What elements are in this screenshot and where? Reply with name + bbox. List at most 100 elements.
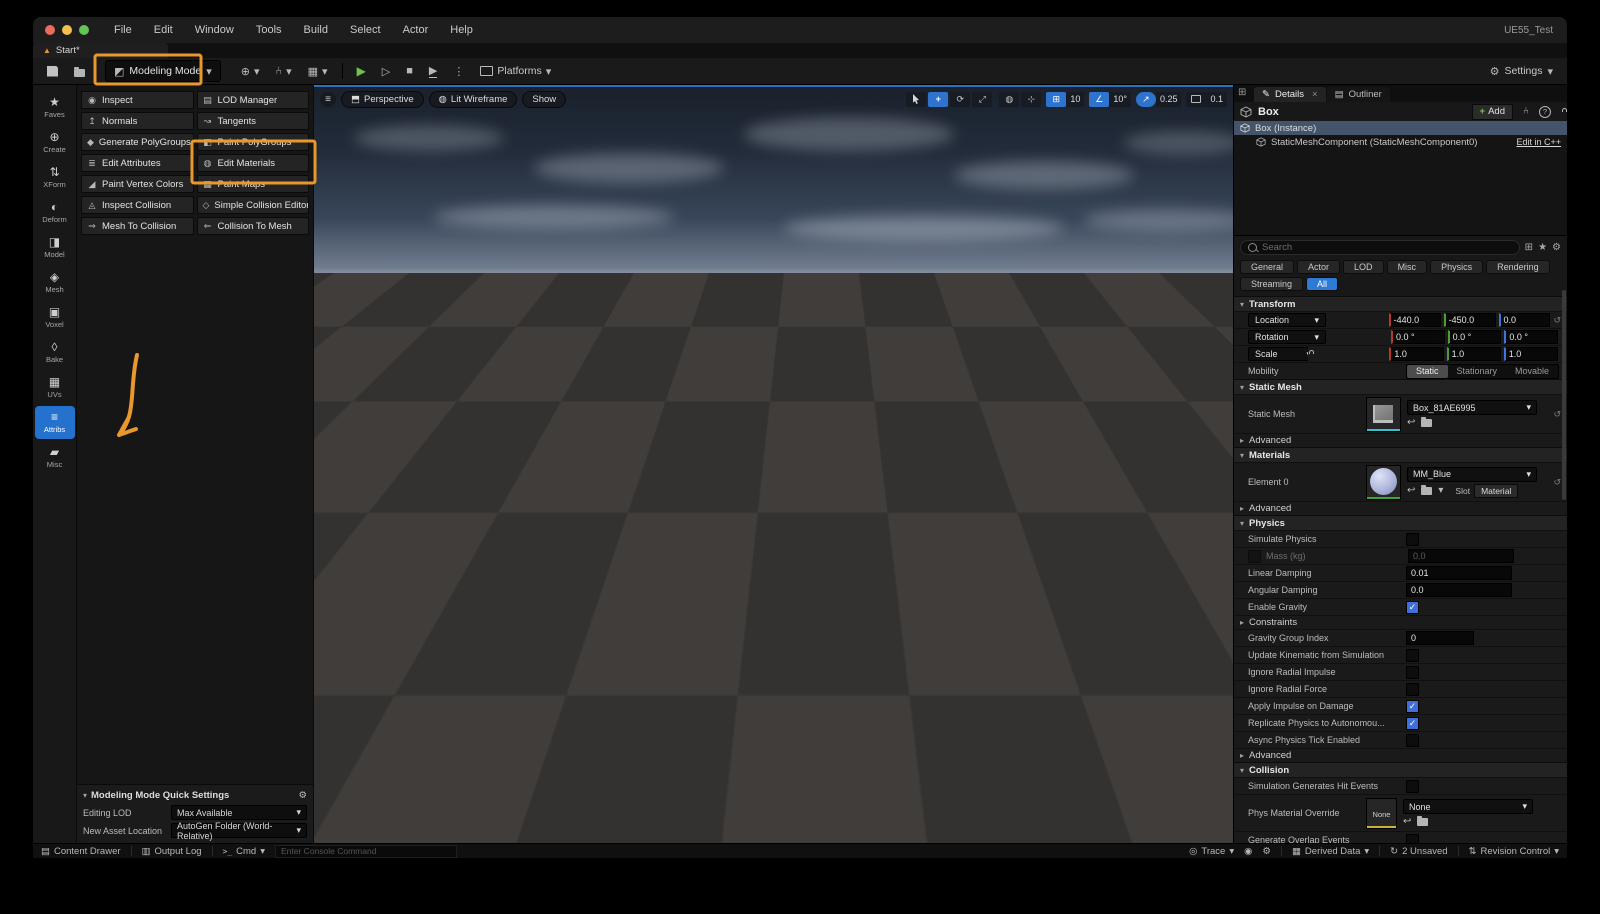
filter-streaming[interactable]: Streaming — [1240, 277, 1303, 291]
insights-icon[interactable]: ◉ — [1244, 846, 1252, 857]
view-mode-select[interactable]: ◍Lit Wireframe — [429, 91, 518, 108]
camera-speed-icon[interactable] — [1186, 92, 1206, 107]
filter-physics[interactable]: Physics — [1430, 260, 1483, 274]
mobility-stationary[interactable]: Stationary — [1448, 365, 1507, 378]
rotation-x-field[interactable]: 0.0 ° — [1391, 330, 1445, 344]
level-tab-start[interactable]: ▲ Start* — [33, 43, 168, 58]
section-static-mesh[interactable]: ▾Static Mesh — [1234, 379, 1567, 394]
cinematics-button[interactable]: ▦▾ — [302, 62, 334, 81]
save-button[interactable] — [41, 62, 64, 81]
row-materials-advanced[interactable]: ▸Advanced — [1234, 501, 1567, 515]
level-viewport[interactable]: ≡ ⬒Perspective ◍Lit Wireframe Show + ⟳ ⤢… — [314, 85, 1233, 843]
tool-mesh-to-collision[interactable]: ⇒Mesh To Collision — [81, 217, 194, 235]
edit-in-cpp-link[interactable]: Edit in C++ — [1516, 137, 1561, 147]
menu-tools[interactable]: Tools — [245, 24, 293, 36]
filter-misc[interactable]: Misc — [1387, 260, 1428, 274]
row-static-mesh-advanced[interactable]: ▸Advanced — [1234, 433, 1567, 447]
simulate-physics-checkbox[interactable] — [1406, 533, 1419, 546]
viewport-menu-button[interactable]: ≡ — [320, 92, 336, 107]
close-window-button[interactable] — [45, 25, 55, 35]
rail-item-misc[interactable]: ▰Misc — [35, 441, 75, 474]
enable-gravity-checkbox[interactable]: ✓ — [1406, 601, 1419, 614]
move-tool-button[interactable]: + — [928, 92, 948, 107]
section-materials[interactable]: ▾Materials — [1234, 447, 1567, 462]
rail-item-deform[interactable]: ◐Deform — [35, 196, 75, 229]
add-actor-button[interactable]: ⊕▾ — [235, 62, 266, 81]
tab-details[interactable]: ✎ Details × — [1254, 87, 1326, 102]
menu-build[interactable]: Build — [293, 24, 339, 36]
tool-edit-materials[interactable]: ◍Edit Materials — [197, 154, 310, 172]
use-selected-asset-icon[interactable]: ↩ — [1407, 485, 1415, 496]
row-physics-advanced[interactable]: ▸Advanced — [1234, 748, 1567, 762]
scale-x-field[interactable]: 1.0 — [1389, 347, 1443, 361]
scale-z-field[interactable]: 1.0 — [1504, 347, 1558, 361]
tool-paint-maps[interactable]: ▦Paint Maps — [197, 175, 310, 193]
rail-item-create[interactable]: ⊕Create — [35, 126, 75, 159]
filter-actor[interactable]: Actor — [1297, 260, 1340, 274]
scale-snap-value[interactable]: 0.25 — [1156, 92, 1182, 107]
menu-window[interactable]: Window — [184, 24, 245, 36]
ignore-radial-impulse-checkbox[interactable] — [1406, 666, 1419, 679]
rail-item-uvs[interactable]: ▦UVs — [35, 371, 75, 404]
gravity-group-index-field[interactable]: 0 — [1406, 631, 1474, 645]
slot-name-field[interactable]: Material — [1474, 484, 1518, 498]
mobility-movable[interactable]: Movable — [1506, 365, 1558, 378]
tool-paint-polygroups[interactable]: ◧Paint PolyGroups — [197, 133, 310, 151]
rail-item-voxel[interactable]: ▣Voxel — [35, 301, 75, 334]
output-log-button[interactable]: ▥Output Log — [142, 846, 202, 857]
mobility-static[interactable]: Static — [1407, 365, 1448, 378]
tree-row-staticmeshcomponent[interactable]: StaticMeshComponent (StaticMeshComponent… — [1234, 135, 1567, 149]
generate-overlap-checkbox[interactable] — [1406, 834, 1419, 844]
tool-lod-manager[interactable]: ▤LOD Manager — [197, 91, 310, 109]
tool-paint-vertex-colors[interactable]: ◢Paint Vertex Colors — [81, 175, 194, 193]
revision-control-button[interactable]: ⇅Revision Control▾ — [1469, 846, 1559, 857]
new-asset-location-select[interactable]: AutoGen Folder (World-Relative)▾ — [171, 823, 307, 838]
browse-to-asset-icon[interactable] — [1421, 419, 1432, 427]
add-component-button[interactable]: +Add — [1472, 104, 1513, 120]
surface-snap-button[interactable]: ⊹ — [1021, 92, 1041, 107]
section-physics[interactable]: ▾Physics — [1234, 515, 1567, 530]
tool-normals[interactable]: ↥Normals — [81, 112, 194, 130]
section-collision[interactable]: ▾Collision — [1234, 762, 1567, 777]
reset-to-default-icon[interactable]: ↺ — [1553, 315, 1561, 326]
apply-impulse-checkbox[interactable]: ✓ — [1406, 700, 1419, 713]
console-command-input[interactable]: Enter Console Command — [275, 845, 457, 858]
editor-mode-select[interactable]: ◩ Modeling Mode ▾ — [105, 60, 221, 82]
rail-item-model[interactable]: ◨Model — [35, 231, 75, 264]
sim-hit-events-checkbox[interactable] — [1406, 780, 1419, 793]
ignore-radial-force-checkbox[interactable] — [1406, 683, 1419, 696]
scale-snap-toggle[interactable]: ↗ — [1136, 92, 1156, 107]
filter-rendering[interactable]: Rendering — [1486, 260, 1550, 274]
menu-actor[interactable]: Actor — [392, 24, 440, 36]
selected-box-actor[interactable] — [314, 87, 1233, 843]
location-y-field[interactable]: -450.0 — [1444, 313, 1496, 327]
display-filter-icon[interactable]: ⊞ — [1525, 242, 1533, 253]
platforms-button[interactable]: Platforms ▾ — [474, 62, 557, 81]
filter-lod[interactable]: LOD — [1343, 260, 1384, 274]
editing-lod-select[interactable]: Max Available▾ — [171, 805, 307, 820]
tool-tangents[interactable]: ↝Tangents — [197, 112, 310, 130]
material-asset-select[interactable]: MM_Blue▾ — [1407, 467, 1537, 482]
rail-item-xform[interactable]: ⇅XForm — [35, 161, 75, 194]
bug-report-icon[interactable]: ⚙ — [1262, 846, 1271, 857]
rotation-y-field[interactable]: 0.0 ° — [1448, 330, 1502, 344]
static-mesh-thumbnail[interactable] — [1366, 397, 1401, 432]
grid-snap-toggle[interactable]: ⊞ — [1046, 92, 1066, 107]
play-options-button[interactable]: ⋮ — [447, 62, 470, 81]
rail-item-attribs[interactable]: ≡Attribs — [35, 406, 75, 439]
async-physics-tick-checkbox[interactable] — [1406, 734, 1419, 747]
filter-all[interactable]: All — [1306, 277, 1338, 291]
menu-select[interactable]: Select — [339, 24, 392, 36]
dock-icon[interactable]: ⊞ — [1238, 87, 1246, 98]
rotation-snap-value[interactable]: 10° — [1109, 92, 1131, 107]
collapse-arrow-icon[interactable]: ▾ — [83, 791, 87, 800]
rail-item-bake[interactable]: ◊Bake — [35, 336, 75, 369]
rail-item-mesh[interactable]: ◈Mesh — [35, 266, 75, 299]
use-selected-asset-icon[interactable]: ↩ — [1403, 816, 1411, 827]
phys-material-thumbnail[interactable]: None — [1366, 798, 1397, 829]
browse-content-button[interactable] — [68, 62, 91, 81]
details-scrollbar[interactable] — [1562, 290, 1566, 500]
location-z-field[interactable]: 0.0 — [1499, 313, 1551, 327]
blueprint-icon[interactable]: ⑃ — [1523, 106, 1529, 117]
gear-icon[interactable]: ⚙ — [298, 790, 307, 801]
